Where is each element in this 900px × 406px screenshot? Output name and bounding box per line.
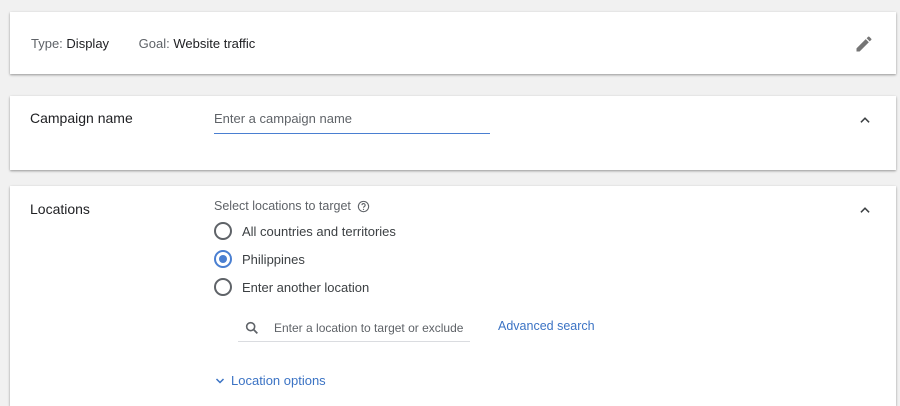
pencil-icon[interactable] xyxy=(854,34,874,54)
help-circle-icon[interactable] xyxy=(357,200,370,213)
radio-label: All countries and territories xyxy=(242,223,396,239)
locations-card: Locations Select locations to target All… xyxy=(10,186,896,406)
chevron-up-icon[interactable] xyxy=(858,113,872,127)
select-locations-title: Select locations to target xyxy=(214,199,370,213)
campaign-name-input[interactable] xyxy=(214,107,490,134)
location-search-input[interactable] xyxy=(272,319,466,336)
type-value: Display xyxy=(66,36,110,51)
goal-value: Website traffic xyxy=(173,36,256,51)
select-locations-text: Select locations to target xyxy=(214,199,351,213)
radio-all-countries[interactable]: All countries and territories xyxy=(214,222,396,240)
radio-button-selected[interactable] xyxy=(214,250,232,268)
locations-label: Locations xyxy=(30,201,90,217)
campaign-summary: Type: Display Goal: Website traffic xyxy=(31,36,255,51)
location-options-toggle[interactable]: Location options xyxy=(214,373,326,388)
goal-key: Goal: xyxy=(138,36,170,51)
campaign-name-label: Campaign name xyxy=(30,110,133,126)
radio-label: Enter another location xyxy=(242,279,370,295)
radio-button[interactable] xyxy=(214,222,232,240)
radio-philippines[interactable]: Philippines xyxy=(214,250,305,268)
advanced-search-link[interactable]: Advanced search xyxy=(498,319,595,333)
chevron-up-icon[interactable] xyxy=(858,203,872,217)
radio-another-location[interactable]: Enter another location xyxy=(214,278,369,296)
search-icon xyxy=(245,321,258,334)
radio-label: Philippines xyxy=(242,251,305,267)
campaign-name-card: Campaign name xyxy=(10,96,896,170)
location-search-field[interactable] xyxy=(238,314,470,342)
radio-button[interactable] xyxy=(214,278,232,296)
location-options-label: Location options xyxy=(231,373,326,388)
chevron-down-icon xyxy=(215,377,225,384)
campaign-summary-card: Type: Display Goal: Website traffic xyxy=(10,12,896,74)
type-key: Type: xyxy=(31,36,63,51)
